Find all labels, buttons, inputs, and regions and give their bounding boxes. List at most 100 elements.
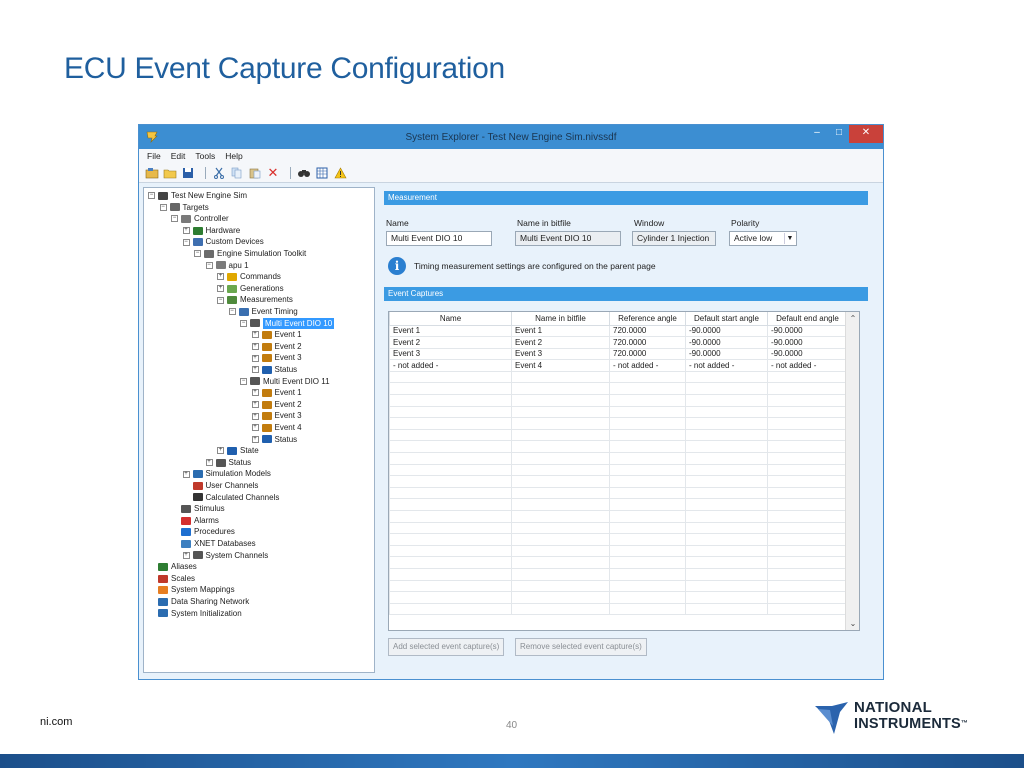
expand-icon[interactable]: + (251, 343, 259, 351)
copy-icon[interactable] (230, 167, 244, 179)
table-row[interactable] (389, 452, 848, 465)
table-row[interactable]: Event 1 Event 1 720.0000 -90.0000 -90.0000 (389, 324, 848, 338)
collapse-icon[interactable]: − (228, 308, 236, 316)
table-row[interactable] (389, 544, 848, 558)
save-icon[interactable] (181, 167, 195, 179)
tree-item[interactable]: Stimulus (171, 503, 225, 515)
tree-item[interactable]: + Event 3 (251, 410, 302, 422)
table-row[interactable] (389, 498, 848, 511)
tree-item[interactable]: + Hardware (182, 225, 240, 237)
table-row[interactable] (389, 602, 848, 616)
expand-icon[interactable]: + (251, 412, 259, 420)
table-row[interactable] (389, 567, 848, 581)
table-row[interactable] (389, 440, 848, 454)
tree-item[interactable]: Scales (148, 573, 195, 585)
tree-item[interactable]: + Event 2 (251, 399, 302, 411)
scroll-up-icon[interactable]: ⌃ (846, 314, 859, 323)
event-captures-table[interactable]: Name Name in bitfile Reference angle Def… (388, 311, 860, 631)
expand-icon[interactable]: + (217, 447, 224, 455)
expand-icon[interactable]: + (251, 401, 259, 409)
tree-item[interactable]: + Event 4 (251, 422, 302, 434)
delete-icon[interactable]: ✕ (266, 165, 280, 180)
tree-item[interactable]: Alarms (171, 515, 219, 527)
system-tree[interactable]: − Test New Engine Sim − Targets − Controller +… (143, 187, 375, 673)
find-icon[interactable] (297, 167, 311, 179)
column-header-name[interactable]: Name (389, 312, 512, 326)
table-row[interactable] (389, 521, 848, 535)
minimize-button[interactable]: ‒ (807, 125, 827, 143)
column-header-end-angle[interactable]: Default end angle (767, 312, 848, 326)
tree-item[interactable]: User Channels (183, 480, 258, 492)
tree-item[interactable]: System Initialization (148, 608, 242, 620)
tree-item[interactable]: + State (217, 445, 259, 457)
add-event-capture-button[interactable]: Add selected event capture(s) (388, 638, 505, 656)
open-project-icon[interactable] (145, 167, 159, 179)
column-header-bitfile[interactable]: Name in bitfile (511, 312, 610, 326)
tree-item[interactable]: + Generations (217, 283, 284, 295)
table-row[interactable] (389, 556, 848, 569)
tree-item[interactable]: − Test New Engine Sim (148, 190, 247, 202)
expand-icon[interactable]: + (182, 470, 190, 478)
cut-icon[interactable] (212, 167, 226, 179)
tree-item[interactable]: − Measurements (217, 294, 293, 306)
window-titlebar[interactable]: System Explorer - Test New Engine Sim.ni… (139, 125, 883, 149)
collapse-icon[interactable]: − (159, 203, 167, 211)
tree-item[interactable]: + Simulation Models (182, 468, 271, 480)
remove-event-capture-button[interactable]: Remove selected event capture(s) (515, 638, 647, 656)
table-row[interactable]: Event 2 Event 2 720.0000 -90.0000 -90.0000 (389, 336, 848, 349)
expand-icon[interactable]: + (182, 227, 190, 235)
table-row[interactable] (389, 370, 848, 384)
table-scrollbar[interactable]: ⌃ ⌄ (845, 312, 859, 630)
collapse-icon[interactable]: − (194, 250, 201, 258)
tree-item[interactable]: − Engine Simulation Toolkit (194, 248, 306, 260)
name-field[interactable]: Multi Event DIO 10 (386, 231, 492, 246)
expand-icon[interactable]: + (205, 459, 213, 467)
table-row[interactable] (389, 533, 848, 546)
tree-item[interactable]: + Status (251, 364, 297, 376)
table-row[interactable] (389, 510, 848, 523)
table-row[interactable] (389, 579, 848, 593)
expand-icon[interactable]: + (217, 285, 224, 293)
chevron-down-icon[interactable]: ▼ (784, 233, 795, 244)
table-row[interactable] (389, 486, 848, 500)
tree-item[interactable]: + Status (205, 457, 251, 469)
collapse-icon[interactable]: − (148, 192, 155, 200)
table-row[interactable] (389, 591, 848, 604)
tree-item[interactable]: Aliases (148, 561, 197, 573)
tree-item[interactable]: − apu 1 (205, 260, 249, 272)
tree-item[interactable]: Calculated Channels (183, 492, 279, 504)
expand-icon[interactable]: + (251, 354, 259, 362)
close-button[interactable]: ✕ (849, 125, 883, 143)
table-row[interactable] (389, 417, 848, 430)
tree-item[interactable]: + Event 2 (251, 341, 302, 353)
tree-item[interactable]: System Mappings (148, 584, 235, 596)
tree-item[interactable]: − Custom Devices (182, 236, 264, 248)
collapse-icon[interactable]: − (240, 319, 247, 327)
table-row[interactable] (389, 382, 848, 396)
maximize-button[interactable]: □ (829, 125, 849, 143)
expand-icon[interactable]: + (251, 424, 259, 432)
column-header-reference-angle[interactable]: Reference angle (609, 312, 686, 326)
menu-tools[interactable]: Tools (195, 151, 215, 161)
scroll-down-icon[interactable]: ⌄ (846, 619, 859, 628)
open-folder-icon[interactable] (163, 167, 177, 179)
tree-item[interactable]: − Controller (171, 213, 229, 225)
table-row[interactable] (389, 428, 848, 442)
table-row[interactable] (389, 394, 848, 407)
tree-item[interactable]: Procedures (171, 526, 235, 538)
expand-icon[interactable]: + (217, 273, 224, 281)
tree-item[interactable]: − Multi Event DIO 10 (240, 317, 335, 330)
polarity-select[interactable]: Active low ▼ (729, 231, 797, 246)
tree-item[interactable]: + Status (251, 434, 297, 446)
collapse-icon[interactable]: − (205, 261, 213, 269)
expand-icon[interactable]: + (251, 389, 259, 397)
collapse-icon[interactable]: − (171, 215, 178, 223)
tree-item[interactable]: − Targets (159, 202, 209, 214)
column-header-start-angle[interactable]: Default start angle (685, 312, 768, 326)
tree-item[interactable]: + Commands (217, 271, 281, 283)
grid-icon[interactable] (315, 167, 329, 179)
warning-icon[interactable] (333, 166, 347, 179)
menu-edit[interactable]: Edit (171, 151, 186, 161)
table-row[interactable] (389, 463, 848, 477)
tree-item[interactable]: + Event 1 (251, 329, 302, 341)
